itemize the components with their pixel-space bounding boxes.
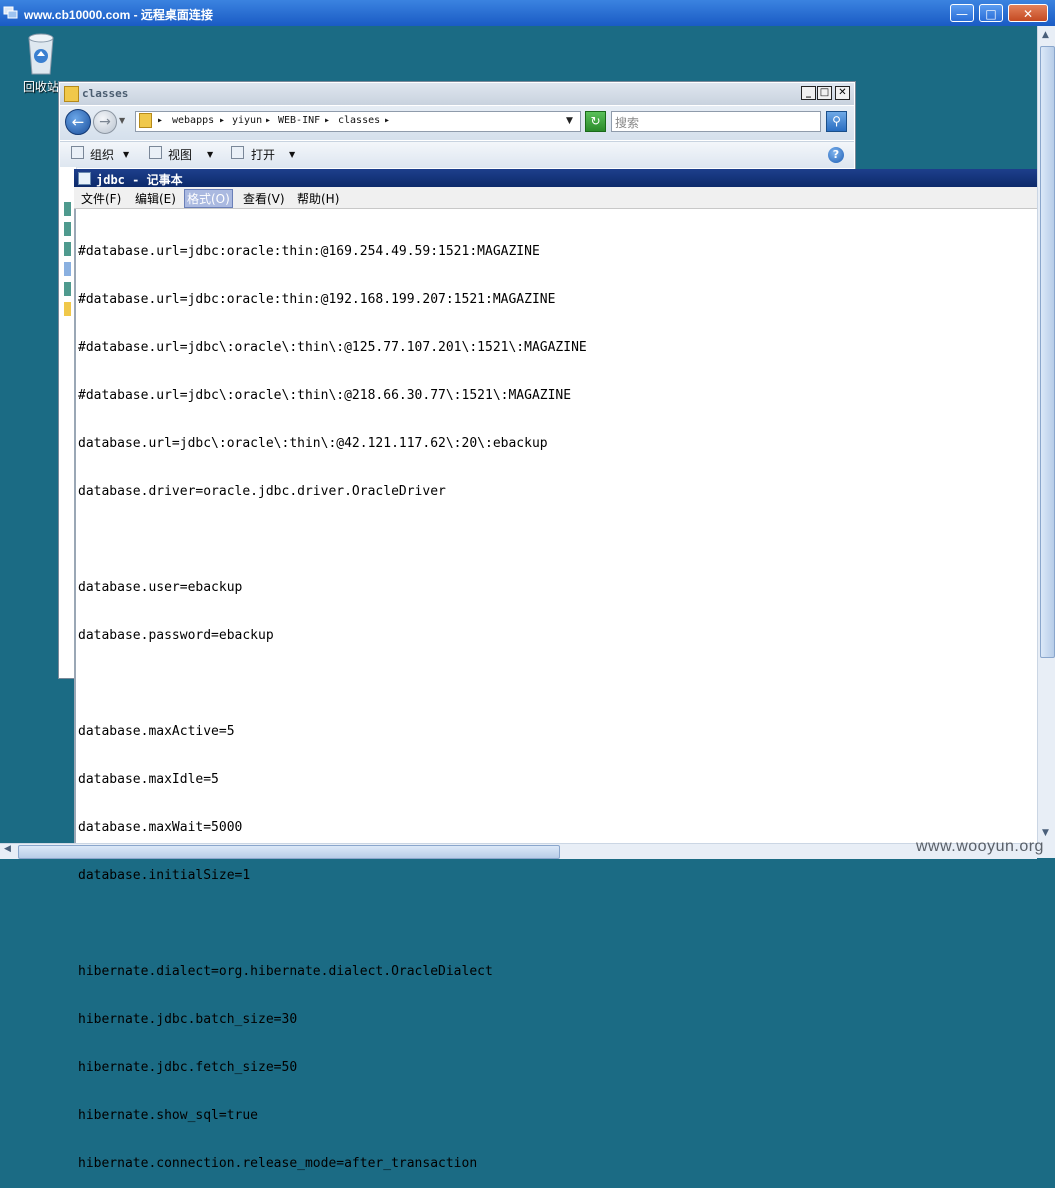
organize-dropdown-icon[interactable]: ▼ xyxy=(123,150,129,159)
breadcrumb-classes[interactable]: classes xyxy=(338,115,380,126)
explorer-maximize-button[interactable]: □ xyxy=(817,86,832,100)
rdp-maximize-button[interactable]: □ xyxy=(979,4,1003,22)
rdp-close-button[interactable]: ✕ xyxy=(1008,4,1048,22)
text-line xyxy=(78,532,587,548)
explorer-close-button[interactable]: ✕ xyxy=(835,86,850,100)
watermark: www.wooyun.org xyxy=(916,838,1044,855)
recent-pages-chevron-icon[interactable]: ▼ xyxy=(119,116,125,125)
folder-icon xyxy=(64,86,79,102)
text-line: database.password=ebackup xyxy=(78,628,274,643)
nav-item-marker xyxy=(64,262,71,276)
breadcrumb-separator[interactable]: ▸ xyxy=(384,115,390,126)
recycle-bin-label[interactable]: 回收站 xyxy=(23,78,59,95)
search-button[interactable]: ⚲ xyxy=(826,111,847,132)
open-button[interactable]: 打开 xyxy=(251,146,275,163)
notepad-content[interactable]: #database.url=jdbc:oracle:thin:@169.254.… xyxy=(78,212,587,1188)
menu-format[interactable]: 格式(O) xyxy=(184,189,233,208)
recycle-bin-icon[interactable] xyxy=(23,30,59,76)
breadcrumb-separator[interactable]: ▸ xyxy=(219,115,225,126)
breadcrumb-web-inf[interactable]: WEB-INF xyxy=(278,115,320,126)
notepad-title: jdbc - 记事本 xyxy=(96,173,183,187)
text-line: hibernate.connection.release_mode=after_… xyxy=(78,1156,478,1171)
breadcrumb-separator[interactable]: ▸ xyxy=(157,115,163,126)
text-line: hibernate.jdbc.fetch_size=50 xyxy=(78,1060,298,1075)
vertical-scroll-thumb[interactable] xyxy=(1040,46,1055,658)
text-line: hibernate.dialect=org.hibernate.dialect.… xyxy=(78,964,493,979)
nav-item-marker xyxy=(64,282,71,296)
menu-file[interactable]: 文件(F) xyxy=(79,190,123,207)
open-icon xyxy=(231,146,244,159)
explorer-title: classes xyxy=(82,87,129,100)
help-icon[interactable]: ? xyxy=(828,147,844,163)
text-line: #database.url=jdbc\:oracle\:thin\:@125.7… xyxy=(78,340,587,355)
rdp-vertical-scrollbar[interactable]: ▲ ▼ xyxy=(1037,26,1055,843)
views-button[interactable]: 视图 xyxy=(168,146,192,163)
views-icon xyxy=(149,146,162,159)
address-folder-icon xyxy=(139,113,152,128)
text-line: #database.url=jdbc\:oracle\:thin\:@218.6… xyxy=(78,388,572,403)
menu-edit[interactable]: 编辑(E) xyxy=(133,190,178,207)
text-line xyxy=(78,676,587,692)
scroll-up-icon[interactable]: ▲ xyxy=(1042,30,1049,40)
rdp-horizontal-scrollbar[interactable]: ◀ xyxy=(0,843,1037,859)
breadcrumb-webapps[interactable]: webapps xyxy=(172,115,214,126)
explorer-minimize-button[interactable]: _ xyxy=(801,86,816,100)
back-button[interactable]: ← xyxy=(65,109,91,135)
text-line: #database.url=jdbc:oracle:thin:@192.168.… xyxy=(78,292,556,307)
organize-icon xyxy=(71,146,84,159)
refresh-button[interactable]: ↻ xyxy=(585,111,606,132)
open-dropdown-icon[interactable]: ▼ xyxy=(289,150,295,159)
text-line: database.driver=oracle.jdbc.driver.Oracl… xyxy=(78,484,446,499)
text-line: database.maxActive=5 xyxy=(78,724,235,739)
text-line: database.user=ebackup xyxy=(78,580,243,595)
explorer-titlebar xyxy=(60,83,854,105)
breadcrumb-yiyun[interactable]: yiyun xyxy=(232,115,262,126)
forward-button[interactable]: → xyxy=(93,110,117,134)
search-input[interactable]: 搜索 xyxy=(611,111,821,132)
text-line: hibernate.show_sql=true xyxy=(78,1108,259,1123)
rdp-window-title: www.cb10000.com - 远程桌面连接 xyxy=(24,8,213,22)
scroll-down-icon[interactable]: ▼ xyxy=(1042,828,1049,838)
text-line: database.url=jdbc\:oracle\:thin\:@42.121… xyxy=(78,436,548,451)
remote-desktop-icon xyxy=(3,6,18,19)
breadcrumb-separator[interactable]: ▸ xyxy=(324,115,330,126)
nav-item-marker xyxy=(64,222,71,236)
text-line: hibernate.jdbc.batch_size=30 xyxy=(78,1012,298,1027)
nav-item-marker xyxy=(64,302,71,316)
menu-view[interactable]: 查看(V) xyxy=(241,190,287,207)
nav-item-marker xyxy=(64,242,71,256)
text-line: #database.url=jdbc:oracle:thin:@169.254.… xyxy=(78,244,540,259)
notepad-titlebar xyxy=(74,169,1037,187)
text-line: database.maxWait=5000 xyxy=(78,820,243,835)
text-line xyxy=(78,916,587,932)
horizontal-scroll-thumb[interactable] xyxy=(18,845,560,859)
organize-button[interactable]: 组织 xyxy=(90,146,114,163)
rdp-minimize-button[interactable]: — xyxy=(950,4,974,22)
views-dropdown-icon[interactable]: ▼ xyxy=(207,150,213,159)
scroll-left-icon[interactable]: ◀ xyxy=(4,844,11,854)
text-line: database.initialSize=1 xyxy=(78,868,251,883)
breadcrumb-separator[interactable]: ▸ xyxy=(265,115,271,126)
notepad-icon xyxy=(78,172,91,185)
address-dropdown-icon[interactable]: ▼ xyxy=(566,116,573,126)
menu-help[interactable]: 帮助(H) xyxy=(295,190,341,207)
nav-item-marker xyxy=(64,202,71,216)
text-line: database.maxIdle=5 xyxy=(78,772,219,787)
